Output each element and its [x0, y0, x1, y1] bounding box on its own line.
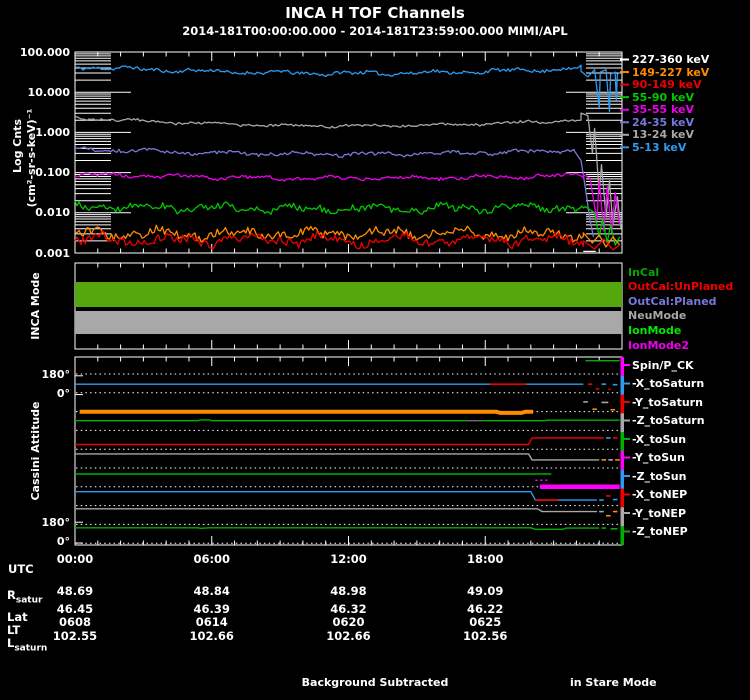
legend-item-tof: 13-24 keV	[632, 129, 694, 140]
ephemeris-value: 0625	[440, 617, 530, 629]
legend-item-tof: 5-13 keV	[632, 142, 686, 153]
inca-plot-screen: INCA H TOF Channels 2014-181T00:00:00.00…	[0, 0, 750, 700]
y-tick-label: 0.001	[0, 248, 70, 259]
legend-item-attitude: -Z_toSun	[632, 471, 686, 482]
footer-note-right: in Stare Mode	[570, 677, 657, 688]
legend-item-tof: 227-360 keV	[632, 54, 709, 65]
y-tick-label: 100.000	[0, 47, 70, 58]
legend-item-tof: 35-55 keV	[632, 104, 694, 115]
legend-item-attitude: -X_toSun	[632, 434, 686, 445]
ephemeris-value: 102.66	[167, 631, 257, 643]
ephemeris-value: 102.66	[304, 631, 394, 643]
utc-row-label: UTC	[8, 564, 34, 576]
legend-item-mode: IonMode	[628, 325, 681, 336]
legend-item-attitude: -Y_toSun	[632, 452, 685, 463]
legend-item-mode: OutCal:UnPlaned	[628, 281, 733, 292]
ephemeris-value: 0608	[30, 617, 120, 629]
ephemeris-value: 102.55	[30, 631, 120, 643]
legend-item-tof: 24-35 keV	[632, 117, 694, 128]
utc-column-header: 00:00	[30, 554, 120, 566]
legend-item-mode: IonMode2	[628, 340, 689, 351]
angle-tick-label: 0°	[0, 388, 70, 399]
legend-item-tof: 55-90 keV	[632, 92, 694, 103]
ephemeris-value: 0614	[167, 617, 257, 629]
legend-item-tof: 149-227 keV	[632, 67, 709, 78]
legend-item-attitude: -Y_toNEP	[632, 508, 686, 519]
y-tick-label: 0.010	[0, 207, 70, 218]
ephemeris-value: 46.32	[304, 604, 394, 616]
ephemeris-value: 49.09	[440, 586, 530, 598]
ephemeris-row-label: Lat	[7, 612, 28, 624]
legend-item-attitude: -X_toNEP	[632, 489, 687, 500]
ephemeris-value: 48.84	[167, 586, 257, 598]
y-tick-label: 1.000	[0, 127, 70, 138]
angle-tick-label: 180°	[0, 517, 70, 528]
angle-tick-label: 0°	[0, 536, 70, 547]
legend-item-mode: InCal	[628, 267, 659, 278]
legend-item-mode: OutCal:Planed	[628, 296, 717, 307]
ephemeris-value: 48.98	[304, 586, 394, 598]
legend-item-tof: 90-149 keV	[632, 79, 702, 90]
ephemeris-row-label: LT	[7, 625, 20, 637]
legend-item-mode: NeuMode	[628, 310, 686, 321]
text-overlay: 100.000 10.000 1.000 0.100 0.010 0.001 227-360…	[0, 0, 750, 700]
ephemeris-value: 46.45	[30, 604, 120, 616]
legend-item-attitude: -X_toSaturn	[632, 378, 704, 389]
angle-tick-label: 180°	[0, 369, 70, 380]
utc-column-header: 06:00	[167, 554, 257, 566]
legend-item-attitude: -Z_toSaturn	[632, 415, 705, 426]
utc-column-header: 18:00	[440, 554, 530, 566]
legend-item-attitude: -Z_toNEP	[632, 526, 688, 537]
ephemeris-value: 46.22	[440, 604, 530, 616]
ephemeris-value: 48.69	[30, 586, 120, 598]
ephemeris-value: 46.39	[167, 604, 257, 616]
legend-item-attitude: -Y_toSaturn	[632, 397, 703, 408]
y-tick-label: 0.100	[0, 167, 70, 178]
ephemeris-value: 102.56	[440, 631, 530, 643]
ephemeris-value: 0620	[304, 617, 394, 629]
legend-item-attitude: Spin/P_CK	[632, 360, 694, 371]
utc-column-header: 12:00	[304, 554, 394, 566]
y-tick-label: 10.000	[0, 87, 70, 98]
